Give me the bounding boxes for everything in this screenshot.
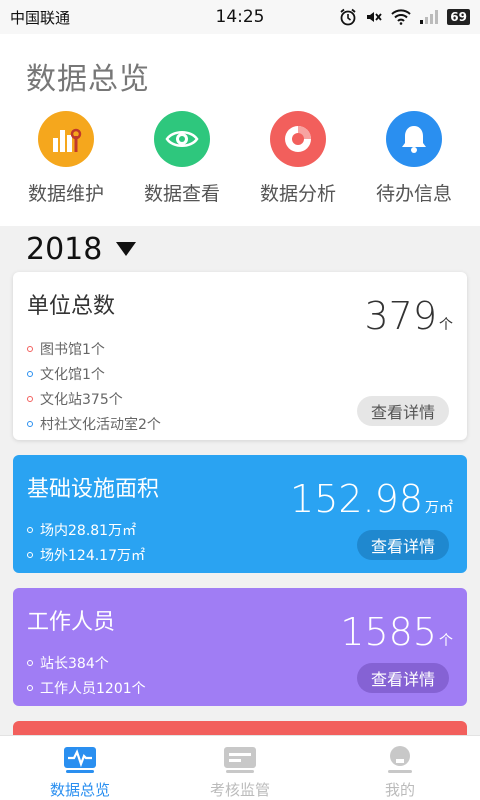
bullet-dot-icon [27,345,33,352]
bottom-tab-bar: 数据总览 考核监管 我的 [0,735,480,800]
quick-action-todo[interactable]: 待办信息 [359,111,469,206]
eye-icon [154,111,210,167]
value-number: 379 [364,294,437,338]
list-item-text: 场内28.81万㎡ [40,522,137,539]
header: 数据总览 数据维护 数据查看 数据分析 待办信息 [0,34,480,226]
list-item: 文化馆1个 [27,361,161,386]
value-number: 1585 [340,610,437,654]
bar-chart-wrench-icon [38,111,94,167]
year-selector[interactable]: 2018 [0,228,480,270]
waveform-icon [63,744,97,773]
card-value: 379 个 [364,294,453,338]
card-infrastructure-area: 基础设施面积 152.98 万㎡ 场内28.81万㎡ 场外124.17万㎡ 查看详… [13,455,467,573]
year-value: 2018 [26,231,103,267]
list-item-text: 图书馆1个 [40,341,105,358]
card-title: 工作人员 [27,610,116,635]
list-item: 站长384个 [27,650,146,675]
tab-data-overview[interactable]: 数据总览 [0,736,160,800]
list-item-text: 场外124.17万㎡ [40,547,145,564]
bullet-dot-icon [27,370,33,377]
list-item-text: 工作人员1201个 [40,680,146,697]
tab-label: 数据总览 [49,781,110,799]
alarm-icon [340,8,356,26]
user-icon [383,744,417,773]
view-details-button[interactable]: 查看详情 [356,663,449,693]
list-item-text: 文化馆1个 [40,366,105,383]
carrier-label: 中国联通 [10,8,71,27]
page-title: 数据总览 [26,62,150,97]
list-item: 村社文化活动室2个 [27,411,161,436]
wifi-icon [391,9,411,25]
area-breakdown-list: 场内28.81万㎡ 场外124.17万㎡ [27,517,145,567]
value-number: 152.98 [290,477,423,521]
list-item: 工作人员1201个 [27,675,146,700]
card-title: 单位总数 [27,294,116,319]
card-value: 1585 个 [340,610,453,654]
quick-action-label: 待办信息 [375,183,452,205]
signal-icon [420,10,439,24]
quick-action-label: 数据分析 [259,183,336,205]
card-staff: 工作人员 1585 个 站长384个 工作人员1201个 查看详情 [13,588,467,706]
tab-label: 我的 [384,781,415,799]
caret-down-icon [116,242,137,256]
view-details-button[interactable]: 查看详情 [356,396,449,426]
view-details-button[interactable]: 查看详情 [356,530,449,560]
list-item: 文化站375个 [27,386,161,411]
list-item-text: 站长384个 [40,655,109,672]
tab-label: 考核监管 [209,781,270,799]
bullet-dot-icon [27,526,33,533]
staff-breakdown-list: 站长384个 工作人员1201个 [27,650,146,700]
bullet-dot-icon [27,551,33,558]
value-unit: 万㎡ [425,500,453,516]
mute-icon [367,12,382,22]
list-item: 场外124.17万㎡ [27,542,145,567]
value-unit: 个 [439,317,453,333]
units-breakdown-list: 图书馆1个 文化馆1个 文化站375个 村社文化活动室2个 [27,336,161,436]
tab-mine[interactable]: 我的 [320,736,480,800]
card-units-total: 单位总数 379 个 图书馆1个 文化馆1个 文化站375个 村社文化活动室2个 … [13,272,467,440]
list-item: 图书馆1个 [27,336,161,361]
list-item: 场内28.81万㎡ [27,517,145,542]
list-item-text: 村社文化活动室2个 [40,416,161,433]
pie-chart-icon [270,111,326,167]
quick-action-label: 数据维护 [27,183,104,205]
list-item-text: 文化站375个 [40,391,123,408]
status-icons: 69 [339,8,470,26]
quick-action-label: 数据查看 [143,183,220,205]
status-bar: 中国联通 14:25 69 [0,0,480,34]
quick-actions: 数据维护 数据查看 数据分析 待办信息 [0,111,480,206]
battery-level: 69 [447,9,470,25]
card-title: 基础设施面积 [27,477,160,502]
card-icon [223,744,257,773]
bullet-dot-icon [27,420,33,427]
bullet-dot-icon [27,395,33,402]
value-unit: 个 [439,633,453,649]
card-value: 152.98 万㎡ [290,477,453,521]
quick-action-data-view[interactable]: 数据查看 [127,111,237,206]
bullet-dot-icon [27,684,33,691]
quick-action-data-maintenance[interactable]: 数据维护 [11,111,121,206]
tab-assessment[interactable]: 考核监管 [160,736,320,800]
quick-action-data-analysis[interactable]: 数据分析 [243,111,353,206]
bullet-dot-icon [27,659,33,666]
bell-icon [386,111,442,167]
